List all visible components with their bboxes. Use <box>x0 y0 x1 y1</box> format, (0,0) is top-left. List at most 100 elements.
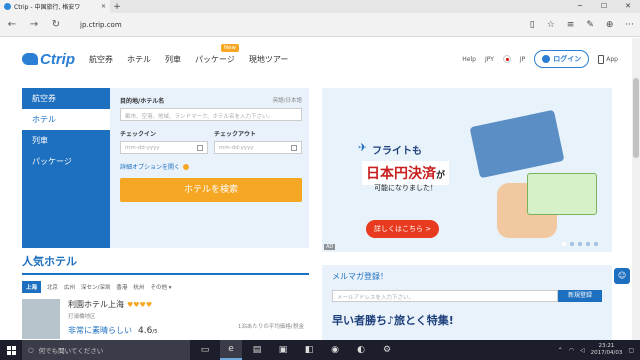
more-icon[interactable]: ··· <box>625 20 634 30</box>
city-tab-hongkong[interactable]: 香港 <box>116 283 127 291</box>
system-tray: ⌃ ◠ ◁ 23:21 2017/04/03 ▢ <box>558 343 640 357</box>
cortana-placeholder: 何でも聞いてください <box>38 347 104 355</box>
ticket-image <box>527 173 597 215</box>
tab-trains[interactable]: 列車 <box>22 130 110 151</box>
newsletter-title: メルマガ登録！ <box>332 272 388 281</box>
carousel-dots[interactable] <box>562 242 598 246</box>
edge-icon[interactable]: e <box>220 340 242 360</box>
city-tab-hangzhou[interactable]: 杭州 <box>133 283 144 291</box>
tab-hotels[interactable]: ホテル <box>22 109 110 130</box>
cortana-search[interactable]: ○ 何でも聞いてください <box>22 340 190 360</box>
hotel-search-form: 目的地/ホテル名 英語/日本語 都市、空港、地域、ランドマーク、ホテル名を入力下… <box>120 96 302 202</box>
notes-icon[interactable]: ✎ <box>586 20 594 30</box>
calendar-icon[interactable] <box>197 145 203 151</box>
app2-icon[interactable]: ◐ <box>350 340 372 360</box>
city-tabs: 上海 北京 広州 深セン/深圳 香港 杭州 その他 ▾ <box>22 281 309 293</box>
city-other-label: その他 <box>150 285 167 291</box>
clock[interactable]: 23:21 2017/04/03 <box>591 343 623 357</box>
app-label: App <box>606 55 618 63</box>
settings-icon[interactable]: ⚙ <box>376 340 398 360</box>
user-icon <box>542 55 551 63</box>
special-deals-heading[interactable]: 早い者勝ち♪旅とく特集! <box>332 312 602 328</box>
currency-menu[interactable]: JPY <box>485 56 494 63</box>
forward-arrow-icon[interactable]: → <box>28 19 40 30</box>
help-menu[interactable]: Help <box>462 56 476 63</box>
chevron-up-icon[interactable]: ⌃ <box>558 347 563 354</box>
address-bar[interactable]: jp.ctrip.com <box>80 21 122 29</box>
browser-toolbar: ← → ↻ jp.ctrip.com ▯ ☆ ≡ ✎ ⊕ ··· <box>0 13 640 37</box>
wifi-icon[interactable]: ◠ <box>569 347 574 354</box>
checkout-label: チェックアウト <box>214 131 257 138</box>
scrollbar-thumb[interactable] <box>633 78 639 158</box>
volume-icon[interactable]: ◁ <box>580 347 585 354</box>
tab-packages[interactable]: パッケージ <box>22 151 110 172</box>
login-button[interactable]: ログイン <box>534 50 590 68</box>
back-arrow-icon[interactable]: ← <box>6 19 18 30</box>
tab-flights[interactable]: 航空券 <box>22 88 110 109</box>
title-underline <box>22 273 309 275</box>
hotel-area: 打浦橋地区 <box>68 314 96 320</box>
checkin-input[interactable]: mm-dd-yyyy <box>120 141 208 154</box>
main-nav: 航空券 ホテル 列車 パッケージ New 現地ツアー <box>89 43 289 65</box>
favorite-star-icon[interactable]: ☆ <box>547 20 555 30</box>
rating-text: 非常に素晴らしい <box>68 326 132 335</box>
app-link[interactable]: App <box>598 54 618 64</box>
calendar-icon[interactable] <box>291 145 297 151</box>
browser-tab[interactable]: Ctrip - 中国旅行, 格安ワ ✕ <box>0 0 110 13</box>
register-button[interactable]: 新規登録 <box>558 290 602 302</box>
search-hotels-button[interactable]: ホテルを検索 <box>120 178 302 202</box>
hotel-card[interactable]: 利園ホテル上海 ♥♥♥♥ 打浦橋地区 非常に素晴らしい 4.6/5 <box>22 299 309 339</box>
expand-icon <box>183 163 190 170</box>
close-tab-icon[interactable]: ✕ <box>101 3 106 10</box>
hotel-name[interactable]: 利園ホテル上海 <box>68 300 124 309</box>
nav-flights[interactable]: 航空券 <box>89 54 113 65</box>
minimize-button[interactable]: ─ <box>568 0 592 13</box>
advanced-options-link[interactable]: 詳細オプションを開く <box>120 162 302 171</box>
search-panel: 航空券 ホテル 列車 パッケージ 目的地/ホテル名 英語/日本語 都市、空港、地… <box>22 88 309 248</box>
city-tab-guangzhou[interactable]: 広州 <box>64 283 75 291</box>
banner-details-button[interactable]: 詳しくはこちら > <box>366 220 440 238</box>
nav-trains[interactable]: 列車 <box>165 54 181 65</box>
app-icon[interactable]: ◧ <box>298 340 320 360</box>
checkin-label: チェックイン <box>120 131 157 138</box>
city-tab-beijing[interactable]: 北京 <box>47 283 58 291</box>
tab-title: Ctrip - 中国旅行, 格安ワ <box>14 4 81 11</box>
nav-packages[interactable]: パッケージ New <box>195 43 239 65</box>
start-button[interactable] <box>0 340 22 360</box>
site-header: Ctrip 航空券 ホテル 列車 パッケージ New 現地ツアー Help JP… <box>0 38 640 80</box>
maximize-button[interactable]: ☐ <box>592 0 616 13</box>
task-view-icon[interactable]: ▭ <box>194 340 216 360</box>
share-icon[interactable]: ⊕ <box>606 20 614 30</box>
promo-banner[interactable]: ✈ フライトも 日本円決済が 可能になりました！ 詳しくはこちら > AD <box>322 88 612 252</box>
city-tab-other[interactable]: その他 ▾ <box>150 283 171 291</box>
destination-input[interactable]: 都市、空港、地域、ランドマーク、ホテル名を入力下さい。 <box>120 108 302 121</box>
chrome-icon[interactable]: ◉ <box>324 340 346 360</box>
airplane-icon: ✈ <box>358 141 368 154</box>
windows-taskbar: ○ 何でも聞いてください ▭ e ▤ ▣ ◧ ◉ ◐ ⚙ ⌃ ◠ ◁ 23:21… <box>0 340 640 360</box>
nav-local-tours[interactable]: 現地ツアー <box>249 54 289 65</box>
refresh-icon[interactable]: ↻ <box>50 19 62 30</box>
nav-hotels[interactable]: ホテル <box>127 54 151 65</box>
credit-card-image <box>469 109 565 179</box>
hotel-thumbnail[interactable] <box>22 299 60 339</box>
language-menu[interactable]: JP <box>520 56 525 63</box>
email-input[interactable]: メールアドレスを入力下さい。 <box>332 290 558 302</box>
banner-line2: 日本円決済が <box>362 161 450 185</box>
login-label: ログイン <box>553 55 582 63</box>
new-tab-button[interactable]: + <box>110 2 124 12</box>
close-window-button[interactable]: ✕ <box>616 0 640 13</box>
page-scrollbar[interactable] <box>632 38 640 340</box>
banner-line1: フライトも <box>372 146 422 157</box>
notification-icon[interactable]: ▢ <box>628 347 634 354</box>
hub-icon[interactable]: ≡ <box>567 20 575 30</box>
ctrip-logo[interactable]: Ctrip <box>22 51 75 68</box>
city-tab-shanghai[interactable]: 上海 <box>22 281 42 293</box>
chat-icon[interactable]: ☺ <box>614 268 630 284</box>
city-tab-shenzhen[interactable]: 深セン/深圳 <box>81 283 110 291</box>
store-icon[interactable]: ▣ <box>272 340 294 360</box>
file-explorer-icon[interactable]: ▤ <box>246 340 268 360</box>
price-note: 1泊あたりの平均価格(税金 <box>237 324 304 330</box>
checkout-input[interactable]: mm-dd-yyyy <box>214 141 302 154</box>
score-value: 4.6 <box>138 326 153 336</box>
reading-view-icon[interactable]: ▯ <box>530 20 535 30</box>
